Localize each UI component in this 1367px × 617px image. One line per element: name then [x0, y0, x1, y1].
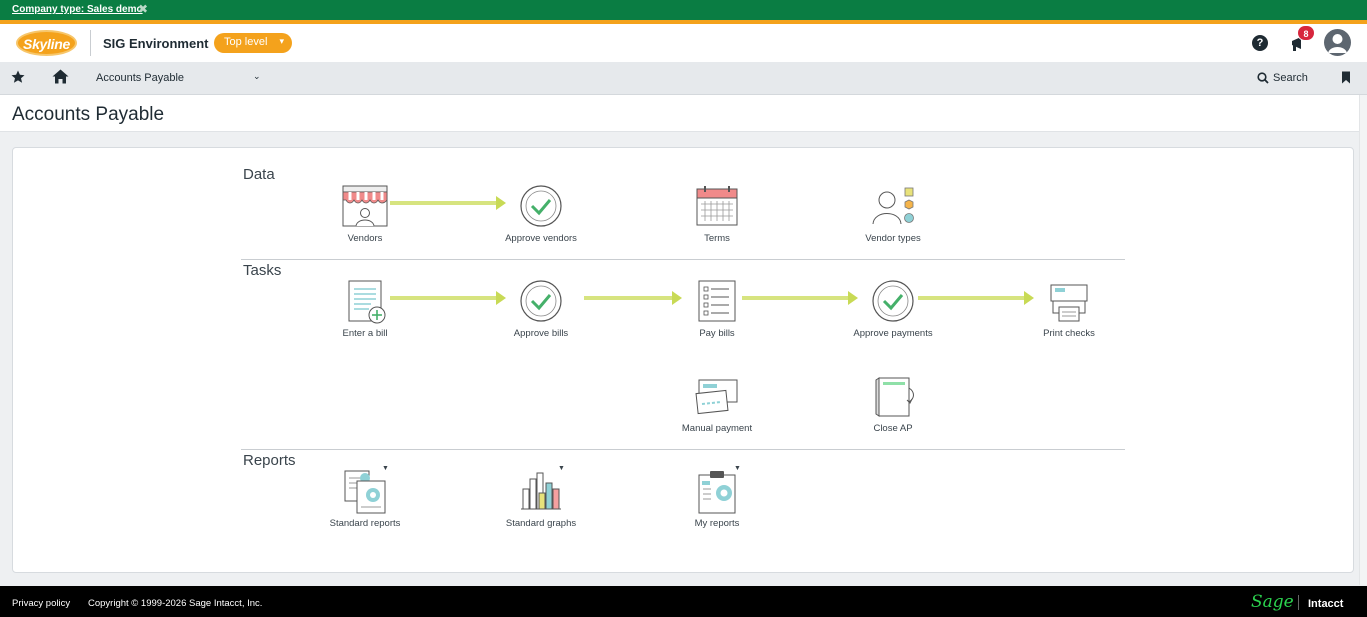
bill-add-icon — [348, 280, 386, 324]
chevron-down-icon[interactable]: ⌄ — [253, 71, 261, 82]
tile-label: Close AP — [873, 423, 913, 434]
tile-label: Manual payment — [681, 423, 753, 434]
check-payment-icon — [695, 379, 738, 415]
module-selector[interactable]: Accounts Payable — [96, 72, 184, 84]
company-type-bar: Company type: Sales demo ✖ — [0, 0, 1367, 24]
tile-label: Terms — [704, 233, 730, 244]
page-title: Accounts Payable — [12, 104, 165, 125]
footer: Privacy policy Copyright © 1999-2026 Sag… — [0, 586, 1367, 617]
header-divider — [90, 30, 91, 56]
checkmark-circle-icon — [520, 280, 562, 322]
search-button[interactable]: Search — [1257, 71, 1327, 87]
close-book-icon — [875, 377, 914, 417]
chevron-down-icon: ▾ — [279, 36, 284, 46]
tile-approve-bills[interactable]: Approve bills — [486, 279, 596, 339]
tile-vendor-types[interactable]: Vendor types — [838, 184, 948, 244]
close-icon[interactable]: ✖ — [138, 2, 148, 16]
tile-print-checks[interactable]: Print checks — [1014, 279, 1124, 339]
tile-manual-payment[interactable]: Manual payment — [662, 374, 772, 434]
tile-label: Enter a bill — [342, 328, 388, 339]
calendar-icon — [696, 186, 738, 226]
user-shapes-icon — [872, 187, 914, 225]
star-icon[interactable] — [11, 70, 25, 84]
checklist-icon — [698, 280, 736, 322]
flow-arrow — [584, 291, 682, 305]
tile-label: Approve vendors — [505, 233, 577, 244]
notification-badge[interactable]: 8 — [1297, 25, 1315, 41]
clipboard-report-icon — [698, 471, 736, 514]
home-icon[interactable] — [52, 69, 69, 84]
top-level-label: Top level — [224, 36, 268, 48]
tile-terms[interactable]: Terms — [662, 184, 772, 244]
tile-label: Approve bills — [513, 328, 569, 339]
flow-arrow — [742, 291, 858, 305]
tile-label: Vendors — [347, 233, 383, 244]
user-avatar-icon[interactable] — [1324, 29, 1351, 56]
checkmark-circle-icon — [520, 185, 562, 227]
copyright-text: Copyright © 1999-2026 Sage Intacct, Inc. — [88, 598, 263, 609]
help-icon[interactable]: ? — [1252, 35, 1268, 51]
privacy-policy-link[interactable]: Privacy policy — [12, 598, 70, 609]
search-label: Search — [1273, 72, 1308, 84]
flow-arrow — [390, 291, 506, 305]
section-title-data: Data — [243, 166, 275, 183]
section-divider — [241, 259, 1125, 260]
tile-label: Approve payments — [853, 328, 933, 339]
tile-label: Vendor types — [865, 233, 921, 244]
reports-icon — [344, 470, 386, 514]
tile-approve-vendors[interactable]: Approve vendors — [486, 184, 596, 244]
tile-label: Print checks — [1043, 328, 1095, 339]
skyline-logo[interactable]: Skyline — [16, 30, 77, 56]
tile-close-ap[interactable]: Close AP — [838, 374, 948, 434]
tile-vendors[interactable]: Vendors — [310, 184, 420, 244]
storefront-icon — [342, 185, 388, 227]
module-nav-bar: Accounts Payable ⌄ Search — [0, 62, 1367, 95]
tile-enter-bill[interactable]: Enter a bill — [310, 279, 420, 339]
checkmark-circle-icon — [872, 280, 914, 322]
company-type-link[interactable]: Company type: Sales demo — [12, 4, 143, 15]
tile-standard-reports[interactable]: ▼ Standard reports — [310, 465, 420, 529]
section-divider — [241, 449, 1125, 450]
page-title-bar: Accounts Payable — [0, 95, 1367, 132]
top-level-dropdown[interactable]: Top level ▾ — [214, 33, 292, 53]
tile-approve-payments[interactable]: Approve payments — [838, 279, 948, 339]
environment-title: SIG Environment — [103, 36, 209, 51]
section-title-tasks: Tasks — [243, 262, 282, 279]
tile-standard-graphs[interactable]: ▼ Standard graphs — [486, 465, 596, 529]
flow-arrow — [390, 196, 506, 210]
logo-text: Skyline — [23, 36, 70, 52]
section-title-reports: Reports — [243, 452, 296, 469]
search-icon — [1257, 72, 1269, 84]
bookmark-icon[interactable] — [1341, 71, 1351, 84]
vertical-scrollbar[interactable] — [1359, 95, 1367, 585]
footer-divider — [1298, 595, 1299, 610]
sage-logo: Sage — [1251, 592, 1294, 612]
tile-pay-bills[interactable]: Pay bills — [662, 279, 772, 339]
tile-my-reports[interactable]: ▼ My reports — [662, 465, 772, 529]
tile-label: Standard reports — [329, 518, 401, 529]
tile-label: My reports — [694, 518, 740, 529]
app-header: Skyline SIG Environment Top level ▾ ? 8 — [0, 24, 1367, 62]
flow-arrow — [918, 291, 1034, 305]
printer-icon — [1050, 284, 1088, 322]
tile-label: Pay bills — [699, 328, 735, 339]
bar-graph-icon — [521, 472, 561, 510]
intacct-logo-text: Intacct — [1308, 598, 1344, 610]
tile-label: Standard graphs — [505, 518, 577, 529]
